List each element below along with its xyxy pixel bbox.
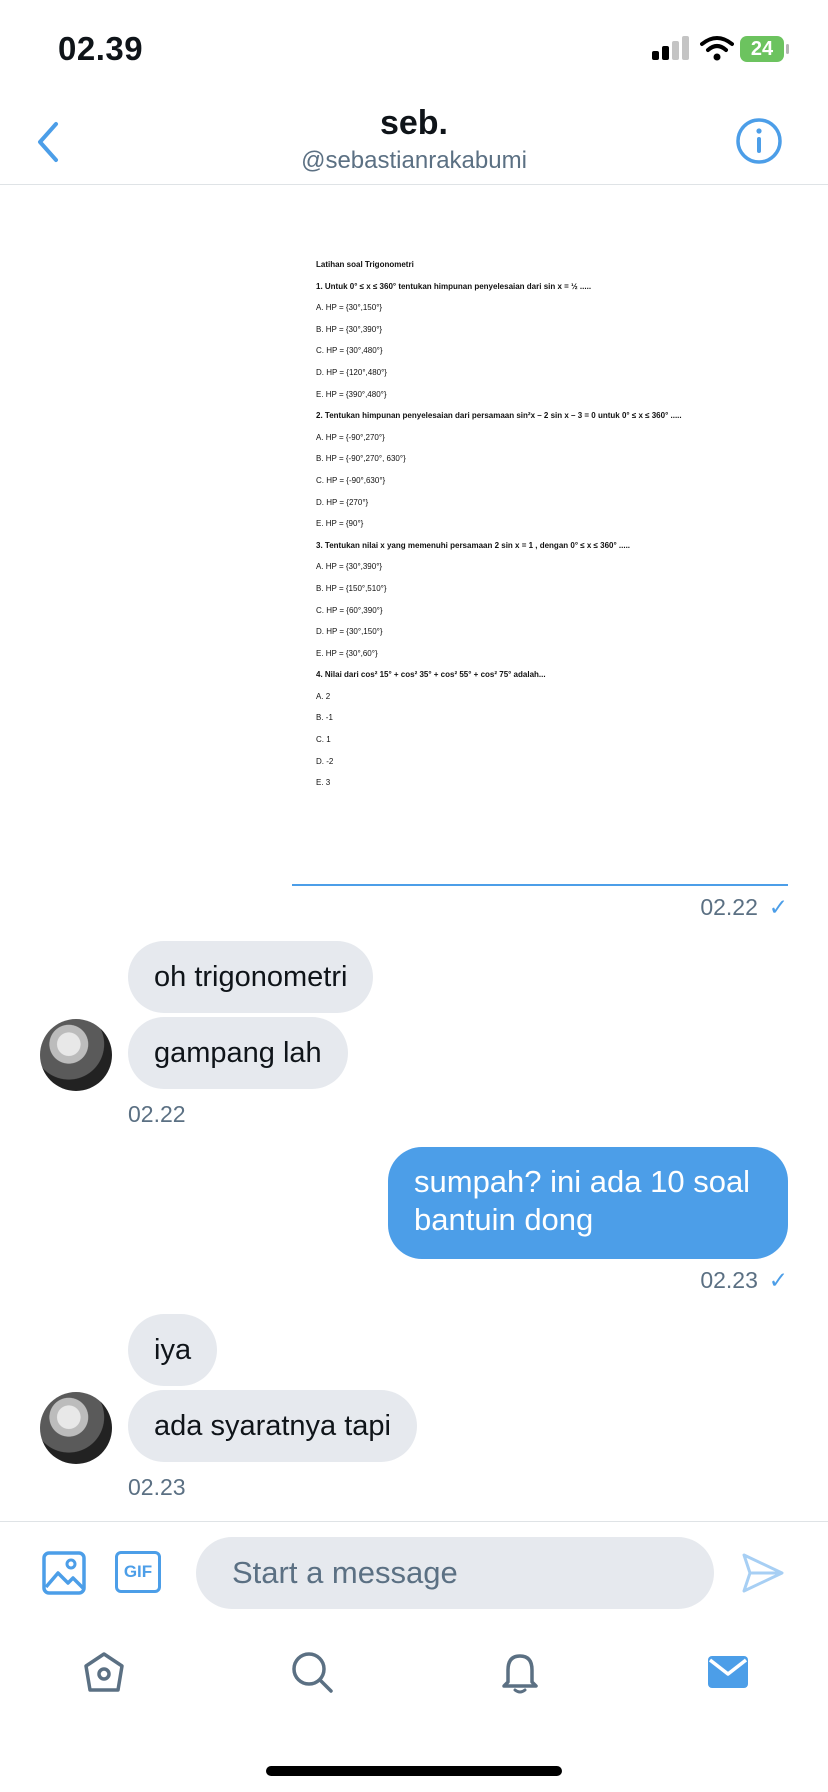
- worksheet-line: A. HP = {30°,390°}: [316, 562, 383, 572]
- bell-icon[interactable]: [498, 1650, 542, 1694]
- message-line: bantuin dong: [414, 1202, 594, 1237]
- conversation-name[interactable]: seb.: [0, 104, 828, 143]
- worksheet-line: C. HP = {-90°,630°}: [316, 475, 386, 485]
- worksheet-line: 2. Tentukan himpunan penyelesaian dari p…: [316, 411, 682, 421]
- worksheet-line: D. -2: [316, 756, 334, 766]
- worksheet-line: D. HP = {120°,480°}: [316, 367, 387, 377]
- worksheet-line: B. -1: [316, 713, 333, 723]
- message-line: sumpah? ini ada 10 soal: [414, 1164, 751, 1199]
- worksheet-line: C. HP = {60°,390°}: [316, 605, 383, 615]
- battery-icon: 24: [740, 36, 789, 62]
- message-time: 02.23: [700, 1267, 758, 1293]
- worksheet-line: 1. Untuk 0° ≤ x ≤ 360° tentukan himpunan…: [316, 281, 592, 291]
- battery-level: 24: [750, 38, 774, 60]
- header-divider: [0, 184, 828, 185]
- message-bubble-incoming[interactable]: ada syaratnya tapi: [128, 1390, 417, 1462]
- info-icon[interactable]: [735, 117, 783, 165]
- sent-check-icon: ✓: [762, 894, 788, 920]
- worksheet-text: Latihan soal Trigonometri 1. Untuk 0° ≤ x…: [316, 254, 682, 794]
- avatar[interactable]: [40, 1019, 112, 1091]
- worksheet-line: B. HP = {150°,510°}: [316, 583, 387, 593]
- worksheet-line: A. HP = {-90°,270°}: [316, 432, 385, 442]
- image-attachment[interactable]: Latihan soal Trigonometri 1. Untuk 0° ≤ x…: [292, 210, 788, 886]
- home-icon[interactable]: [82, 1650, 126, 1694]
- message-bubble-incoming[interactable]: iya: [128, 1314, 218, 1386]
- message-bubble-incoming[interactable]: oh trigonometri: [128, 941, 374, 1013]
- send-icon[interactable]: [740, 1551, 786, 1595]
- outgoing-meta: 02.23 ✓: [700, 1267, 788, 1294]
- cellular-signal-icon: [652, 36, 690, 60]
- avatar[interactable]: [40, 1392, 112, 1464]
- message-time: 02.23: [128, 1474, 186, 1500]
- worksheet-line: E. HP = {30°,60°}: [316, 648, 378, 658]
- worksheet-line: B. HP = {30°,390°}: [316, 324, 383, 334]
- worksheet-line: E. 3: [316, 778, 331, 788]
- worksheet-line: A. 2: [316, 691, 331, 701]
- worksheet-line: 3. Tentukan nilai x yang memenuhi persam…: [316, 540, 631, 550]
- worksheet-line: E. HP = {90°}: [316, 519, 364, 529]
- worksheet-line: D. HP = {270°}: [316, 497, 369, 507]
- message-bubble-outgoing[interactable]: sumpah? ini ada 10 soal bantuin dong: [388, 1147, 788, 1259]
- sent-check-icon: ✓: [762, 1267, 788, 1293]
- worksheet-line: C. 1: [316, 735, 331, 745]
- worksheet-line: C. HP = {30°,480°}: [316, 346, 383, 356]
- worksheet-line: 4. Nilai dari cos² 15° + cos² 35° + cos²…: [316, 670, 546, 680]
- search-icon[interactable]: [290, 1650, 334, 1694]
- worksheet-line: B. HP = {-90°,270°, 630°}: [316, 454, 406, 464]
- message-input[interactable]: [196, 1537, 714, 1609]
- attachment-meta: 02.22 ✓: [700, 894, 788, 921]
- mail-icon[interactable]: [706, 1650, 750, 1694]
- worksheet-line: Latihan soal Trigonometri: [316, 260, 414, 269]
- composer-divider: [0, 1521, 828, 1522]
- status-time: 02.39: [58, 30, 144, 67]
- worksheet-line: D. HP = {30°,150°}: [316, 627, 383, 637]
- home-indicator: [266, 1766, 562, 1776]
- worksheet-line: A. HP = {30°,150°}: [316, 303, 383, 313]
- image-icon[interactable]: [42, 1551, 86, 1595]
- message-time: 02.22: [128, 1101, 186, 1127]
- wifi-icon: [700, 36, 734, 61]
- worksheet-line: E. HP = {390°,480°}: [316, 389, 387, 399]
- message-bubble-incoming[interactable]: gampang lah: [128, 1017, 348, 1089]
- gif-icon[interactable]: GIF: [115, 1551, 161, 1593]
- conversation-handle: @sebastianrakabumi: [301, 147, 527, 174]
- message-time: 02.22: [700, 894, 758, 920]
